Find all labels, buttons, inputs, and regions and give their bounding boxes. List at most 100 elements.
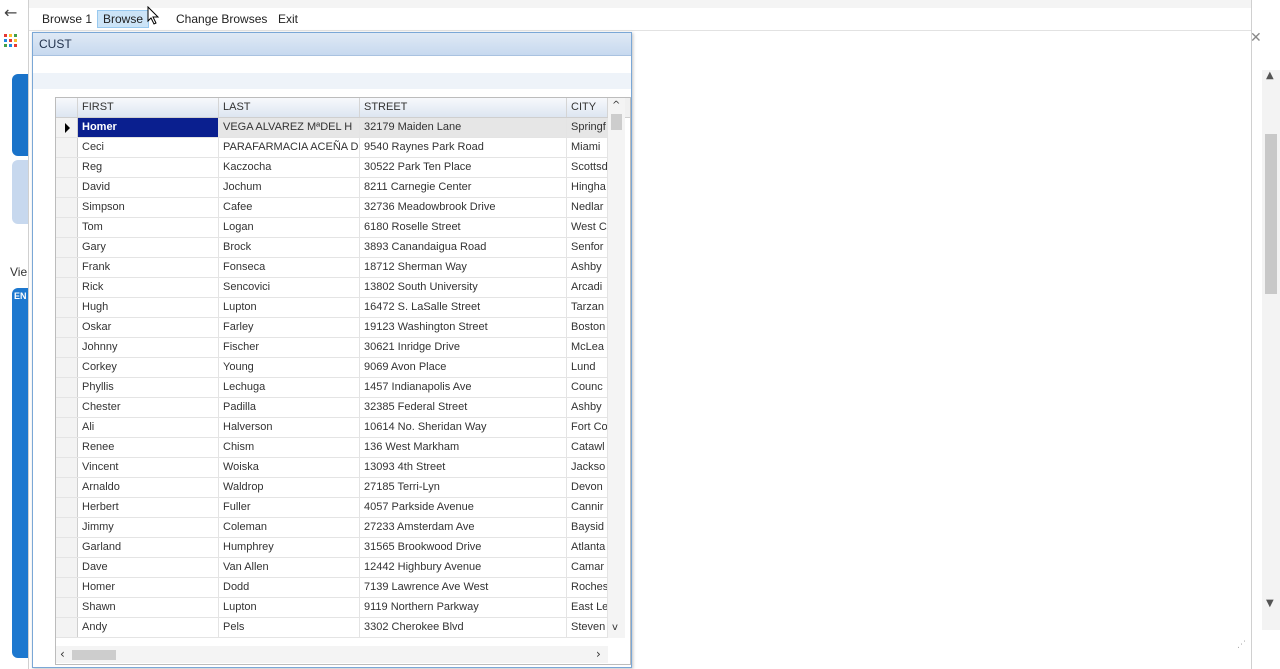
row-indicator[interactable] xyxy=(56,238,78,257)
cell-street[interactable]: 8211 Carnegie Center xyxy=(360,178,567,197)
scroll-left-icon[interactable]: ‹ xyxy=(60,647,65,661)
cell-last[interactable]: Woiska xyxy=(219,458,360,477)
cell-last[interactable]: Lupton xyxy=(219,598,360,617)
row-indicator[interactable] xyxy=(56,478,78,497)
cell-street[interactable]: 9069 Avon Place xyxy=(360,358,567,377)
table-row[interactable]: Gary Brock 3893 Canandaigua Road Senfor xyxy=(56,238,608,258)
cell-first[interactable]: Dave xyxy=(78,558,219,577)
cell-street[interactable]: 7139 Lawrence Ave West xyxy=(360,578,567,597)
table-row[interactable]: Hugh Lupton 16472 S. LaSalle Street Tarzan xyxy=(56,298,608,318)
cell-city[interactable]: Fort Co xyxy=(567,418,608,437)
table-row[interactable]: Chester Padilla 32385 Federal Street Ashby xyxy=(56,398,608,418)
cell-last[interactable]: Van Allen xyxy=(219,558,360,577)
cell-last[interactable]: Sencovici xyxy=(219,278,360,297)
cell-city[interactable]: Devon xyxy=(567,478,608,497)
row-indicator[interactable] xyxy=(56,178,78,197)
cell-first[interactable]: David xyxy=(78,178,219,197)
menu-item-browse[interactable]: Browse xyxy=(97,10,150,28)
cell-last[interactable]: Lechuga xyxy=(219,378,360,397)
cell-first[interactable]: Tom xyxy=(78,218,219,237)
cell-street[interactable]: 31565 Brookwood Drive xyxy=(360,538,567,557)
row-indicator[interactable] xyxy=(56,198,78,217)
cell-first[interactable]: Shawn xyxy=(78,598,219,617)
row-indicator[interactable] xyxy=(56,458,78,477)
cell-first[interactable]: Reg xyxy=(78,158,219,177)
cell-first[interactable]: Gary xyxy=(78,238,219,257)
cell-first[interactable]: Garland xyxy=(78,538,219,557)
row-indicator[interactable] xyxy=(56,258,78,277)
cell-street[interactable]: 30522 Park Ten Place xyxy=(360,158,567,177)
cell-city[interactable]: Roches xyxy=(567,578,608,597)
cell-city[interactable]: Ashby xyxy=(567,258,608,277)
table-row[interactable]: Homer Dodd 7139 Lawrence Ave West Roches xyxy=(56,578,608,598)
cell-street[interactable]: 9119 Northern Parkway xyxy=(360,598,567,617)
row-indicator[interactable] xyxy=(56,518,78,537)
table-row[interactable]: David Jochum 8211 Carnegie Center Hingha xyxy=(56,178,608,198)
cell-first[interactable]: Oskar xyxy=(78,318,219,337)
row-indicator[interactable] xyxy=(56,138,78,157)
cell-street[interactable]: 12442 Highbury Avenue xyxy=(360,558,567,577)
cell-first[interactable]: Chester xyxy=(78,398,219,417)
cell-first[interactable]: Arnaldo xyxy=(78,478,219,497)
column-header-city[interactable]: CITY xyxy=(567,98,608,117)
scroll-up-icon[interactable]: ^ xyxy=(612,100,620,111)
cell-city[interactable]: Miami xyxy=(567,138,608,157)
scrollbar-thumb[interactable] xyxy=(1265,134,1277,294)
table-row[interactable]: Phyllis Lechuga 1457 Indianapolis Ave Counc xyxy=(56,378,608,398)
row-indicator[interactable] xyxy=(56,158,78,177)
table-row[interactable]: Ali Halverson 10614 No. Sheridan Way Fort C… xyxy=(56,418,608,438)
table-row[interactable]: Reg Kaczocha 30522 Park Ten Place Scottsd xyxy=(56,158,608,178)
cell-last[interactable]: Padilla xyxy=(219,398,360,417)
cell-city[interactable]: Senfor xyxy=(567,238,608,257)
cell-last[interactable]: Dodd xyxy=(219,578,360,597)
cell-city[interactable]: Arcadi xyxy=(567,278,608,297)
cell-last[interactable]: Farley xyxy=(219,318,360,337)
row-indicator[interactable] xyxy=(56,358,78,377)
cell-street[interactable]: 32179 Maiden Lane xyxy=(360,118,567,137)
cell-last[interactable]: Young xyxy=(219,358,360,377)
cell-last[interactable]: Fonseca xyxy=(219,258,360,277)
cell-city[interactable]: Hingha xyxy=(567,178,608,197)
cell-first[interactable]: Hugh xyxy=(78,298,219,317)
cell-city[interactable]: Tarzan xyxy=(567,298,608,317)
cell-street[interactable]: 1457 Indianapolis Ave xyxy=(360,378,567,397)
browser-back-icon[interactable]: ← xyxy=(4,4,22,22)
row-indicator[interactable] xyxy=(56,218,78,237)
cell-first[interactable]: Ali xyxy=(78,418,219,437)
table-row[interactable]: Arnaldo Waldrop 27185 Terri-Lyn Devon xyxy=(56,478,608,498)
cell-street[interactable]: 3302 Cherokee Blvd xyxy=(360,618,567,637)
row-indicator[interactable] xyxy=(56,338,78,357)
row-indicator[interactable] xyxy=(56,298,78,317)
cell-last[interactable]: Lupton xyxy=(219,298,360,317)
cell-last[interactable]: Fischer xyxy=(219,338,360,357)
cell-city[interactable]: Nedlar xyxy=(567,198,608,217)
row-indicator[interactable] xyxy=(56,278,78,297)
cell-first[interactable]: Frank xyxy=(78,258,219,277)
cell-first[interactable]: Vincent xyxy=(78,458,219,477)
column-header-street[interactable]: STREET xyxy=(360,98,567,117)
row-indicator[interactable] xyxy=(56,618,78,637)
cell-last[interactable]: Logan xyxy=(219,218,360,237)
cell-last[interactable]: Coleman xyxy=(219,518,360,537)
cell-last[interactable]: Cafee xyxy=(219,198,360,217)
cell-street[interactable]: 13093 4th Street xyxy=(360,458,567,477)
table-row[interactable]: Ceci PARAFARMACIA ACEÑA D 9540 Raynes Park… xyxy=(56,138,608,158)
menu-item-browse-1[interactable]: Browse 1 xyxy=(37,11,97,27)
cell-street[interactable]: 32385 Federal Street xyxy=(360,398,567,417)
cell-last[interactable]: Waldrop xyxy=(219,478,360,497)
cell-street[interactable]: 27233 Amsterdam Ave xyxy=(360,518,567,537)
table-row[interactable]: Renee Chism 136 West Markham Catawl xyxy=(56,438,608,458)
cell-city[interactable]: West C xyxy=(567,218,608,237)
cell-last[interactable]: Fuller xyxy=(219,498,360,517)
cell-city[interactable]: Counc xyxy=(567,378,608,397)
row-indicator[interactable] xyxy=(56,318,78,337)
cell-city[interactable]: Jackso xyxy=(567,458,608,477)
row-indicator[interactable] xyxy=(56,558,78,577)
table-row[interactable]: Johnny Fischer 30621 Inridge Drive McLea xyxy=(56,338,608,358)
table-row[interactable]: Shawn Lupton 9119 Northern Parkway East Le xyxy=(56,598,608,618)
cell-street[interactable]: 32736 Meadowbrook Drive xyxy=(360,198,567,217)
cell-city[interactable]: McLea xyxy=(567,338,608,357)
cell-last[interactable]: Pels xyxy=(219,618,360,637)
table-row[interactable]: Frank Fonseca 18712 Sherman Way Ashby xyxy=(56,258,608,278)
table-row[interactable]: Homer VEGA ALVAREZ MªDEL H 32179 Maiden La… xyxy=(56,118,608,138)
